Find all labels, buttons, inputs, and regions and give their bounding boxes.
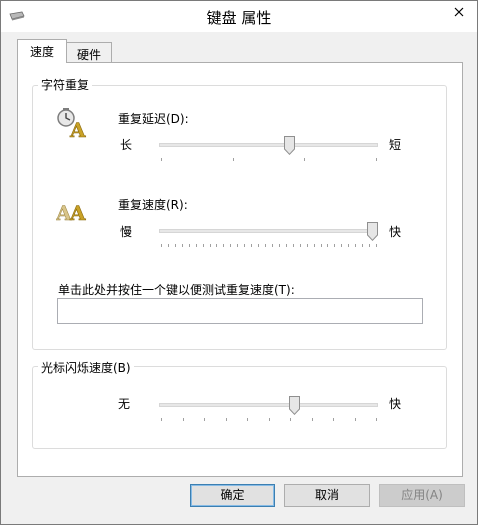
slider-tick xyxy=(168,244,169,247)
close-button[interactable] xyxy=(442,1,476,23)
repeat-rate-label: 重复速度(R): xyxy=(118,198,188,212)
slider-tick xyxy=(161,244,162,247)
repeat-delay-max-label: 短 xyxy=(389,138,402,152)
slider-tick xyxy=(355,418,356,421)
cursor-blink-group xyxy=(32,366,447,449)
cursor-blink-max-label: 快 xyxy=(389,397,402,411)
slider-tick xyxy=(203,244,204,247)
slider-tick xyxy=(251,244,252,247)
slider-tick xyxy=(321,244,322,247)
slider-tick xyxy=(300,244,301,247)
slider-track[interactable] xyxy=(159,229,378,233)
slider-tick xyxy=(161,158,162,161)
slider-thumb[interactable] xyxy=(284,136,295,155)
slider-tick xyxy=(189,244,190,247)
slider-tick xyxy=(304,158,305,161)
slider-tick xyxy=(210,244,211,247)
repeat-delay-min-label: 长 xyxy=(120,138,133,152)
slider-tick xyxy=(312,418,313,421)
repeat-rate-icon: A A xyxy=(56,201,86,224)
slider-tick xyxy=(204,418,205,421)
speed-tab-panel: 字符重复 A 重复延迟(D): 长 短 A A 重复速度(R): 慢 快 单击此… xyxy=(17,62,463,477)
tab-speed-label: 速度 xyxy=(29,45,54,59)
slider-tick xyxy=(290,418,291,421)
slider-tick xyxy=(327,244,328,247)
slider-tick xyxy=(279,244,280,247)
repeat-test-input[interactable] xyxy=(57,298,423,324)
slider-tick xyxy=(196,244,197,247)
slider-tick xyxy=(369,244,370,247)
cursor-blink-group-title: 光标闪烁速度(B) xyxy=(38,359,134,376)
slider-tick xyxy=(247,418,248,421)
slider-tick xyxy=(348,244,349,247)
slider-tick xyxy=(223,244,224,247)
title-bar: 键盘 属性 xyxy=(1,1,477,32)
slider-tick xyxy=(230,244,231,247)
slider-tick xyxy=(182,244,183,247)
tab-hardware[interactable]: 硬件 xyxy=(66,42,112,63)
tab-speed[interactable]: 速度 xyxy=(17,39,67,63)
slider-tick xyxy=(258,244,259,247)
slider-tick xyxy=(376,418,377,421)
slider-tick xyxy=(333,418,334,421)
close-icon xyxy=(454,7,464,17)
svg-text:A: A xyxy=(69,118,86,138)
slider-tick xyxy=(376,158,377,161)
slider-tick xyxy=(183,418,184,421)
slider-tick xyxy=(244,244,245,247)
test-area-label: 单击此处并按住一个键以便测试重复速度(T): xyxy=(58,283,295,297)
slider-tick xyxy=(216,244,217,247)
slider-tick xyxy=(237,244,238,247)
repeat-rate-min-label: 慢 xyxy=(120,225,133,239)
tab-hardware-label: 硬件 xyxy=(76,48,101,62)
window-title: 键盘 属性 xyxy=(206,9,272,27)
slider-tick xyxy=(293,244,294,247)
repeat-delay-label: 重复延迟(D): xyxy=(118,112,189,126)
ok-button[interactable]: 确定 xyxy=(190,484,275,507)
svg-text:A: A xyxy=(69,201,86,224)
slider-tick xyxy=(272,244,273,247)
slider-tick xyxy=(265,244,266,247)
keyboard-properties-window: 键盘 属性 速度 硬件 字符重复 A 重复延迟(D): 长 短 A A 重复速度… xyxy=(0,0,478,525)
slider-tick xyxy=(161,418,162,421)
slider-thumb[interactable] xyxy=(289,396,300,415)
slider-tick xyxy=(286,244,287,247)
cancel-button[interactable]: 取消 xyxy=(284,484,370,507)
slider-tick xyxy=(233,158,234,161)
char-repeat-group-title: 字符重复 xyxy=(38,76,93,93)
slider-track[interactable] xyxy=(159,143,378,147)
slider-tick xyxy=(341,244,342,247)
repeat-delay-icon: A xyxy=(57,108,86,138)
slider-tick xyxy=(376,244,377,247)
slider-tick xyxy=(226,418,227,421)
slider-tick xyxy=(362,244,363,247)
slider-tick xyxy=(175,244,176,247)
slider-tick xyxy=(307,244,308,247)
repeat-rate-max-label: 快 xyxy=(389,225,402,239)
slider-tick xyxy=(334,244,335,247)
apply-button[interactable]: 应用(A) xyxy=(379,484,465,507)
tab-bar: 速度 硬件 xyxy=(1,32,477,63)
slider-track[interactable] xyxy=(159,403,378,407)
slider-tick xyxy=(269,418,270,421)
slider-tick xyxy=(355,244,356,247)
slider-tick xyxy=(314,244,315,247)
cursor-blink-min-label: 无 xyxy=(118,397,131,411)
slider-thumb[interactable] xyxy=(367,222,378,241)
